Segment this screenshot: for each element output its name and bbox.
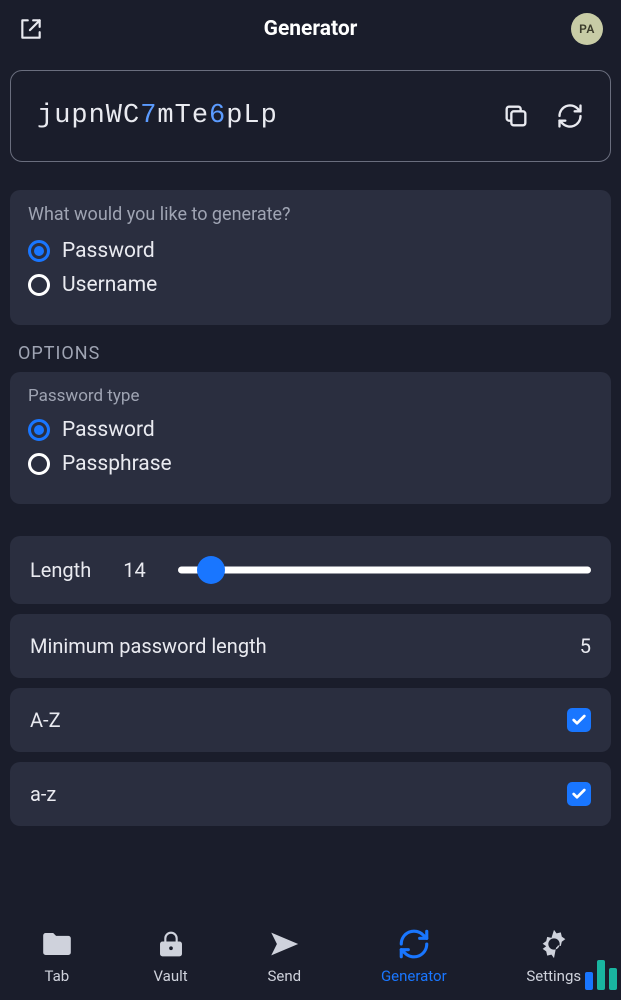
radio-password[interactable]: Password [28, 239, 593, 263]
radio-indicator [28, 274, 50, 296]
slider-track [178, 567, 591, 574]
radio-label: Password [62, 239, 155, 263]
generate-type-question: What would you like to generate? [28, 204, 593, 225]
password-type-card: Password type Password Passphrase [10, 372, 611, 504]
popout-icon [18, 16, 44, 42]
lock-icon [154, 927, 188, 961]
regenerate-button[interactable] [556, 102, 584, 130]
nav-generator[interactable]: Generator [381, 927, 447, 985]
radio-username[interactable]: Username [28, 273, 593, 297]
min-length-label: Minimum password length [30, 634, 267, 658]
length-slider[interactable] [178, 556, 591, 584]
generated-password: jupnWC7mTe6pLp [37, 101, 278, 131]
radio-label: Password [62, 418, 155, 442]
gear-icon [537, 927, 571, 961]
nav-settings[interactable]: Settings [526, 927, 581, 985]
check-icon [571, 712, 587, 728]
options-heading: OPTIONS [18, 343, 611, 364]
copy-button[interactable] [502, 102, 530, 130]
nav-label: Vault [153, 967, 187, 985]
check-icon [571, 786, 587, 802]
copy-icon [502, 102, 530, 130]
main-content[interactable]: jupnWC7mTe6pLp What would you like to ge… [0, 58, 621, 905]
length-label: Length [30, 558, 91, 582]
uppercase-row[interactable]: A-Z [10, 688, 611, 752]
min-length-value: 5 [580, 634, 591, 658]
nav-send[interactable]: Send [267, 927, 301, 985]
nav-tab[interactable]: Tab [40, 927, 74, 985]
min-length-row[interactable]: Minimum password length 5 [10, 614, 611, 678]
length-row: Length 14 [10, 536, 611, 604]
radio-indicator [28, 419, 50, 441]
length-value: 14 [123, 558, 145, 582]
popout-button[interactable] [18, 16, 44, 42]
accent-bars [585, 960, 617, 990]
radio-type-passphrase[interactable]: Passphrase [28, 452, 593, 476]
generator-icon [397, 927, 431, 961]
password-type-label: Password type [28, 386, 593, 406]
radio-label: Passphrase [62, 452, 172, 476]
lowercase-checkbox[interactable] [567, 782, 591, 806]
uppercase-label: A-Z [30, 708, 61, 732]
generate-type-card: What would you like to generate? Passwor… [10, 190, 611, 325]
radio-type-password[interactable]: Password [28, 418, 593, 442]
radio-indicator [28, 240, 50, 262]
slider-thumb[interactable] [197, 556, 225, 584]
avatar[interactable]: PA [571, 13, 603, 45]
page-title: Generator [264, 17, 358, 41]
nav-label: Generator [381, 967, 447, 985]
generated-password-card: jupnWC7mTe6pLp [10, 70, 611, 162]
bottom-nav: Tab Vault Send Generator Settings [0, 905, 621, 1000]
refresh-icon [556, 102, 584, 130]
nav-vault[interactable]: Vault [153, 927, 187, 985]
nav-label: Settings [526, 967, 581, 985]
lowercase-row[interactable]: a-z [10, 762, 611, 826]
nav-label: Tab [44, 967, 69, 985]
folder-icon [40, 927, 74, 961]
uppercase-checkbox[interactable] [567, 708, 591, 732]
send-icon [267, 927, 301, 961]
lowercase-label: a-z [30, 782, 56, 806]
nav-label: Send [267, 967, 301, 985]
radio-indicator [28, 453, 50, 475]
radio-label: Username [62, 273, 157, 297]
